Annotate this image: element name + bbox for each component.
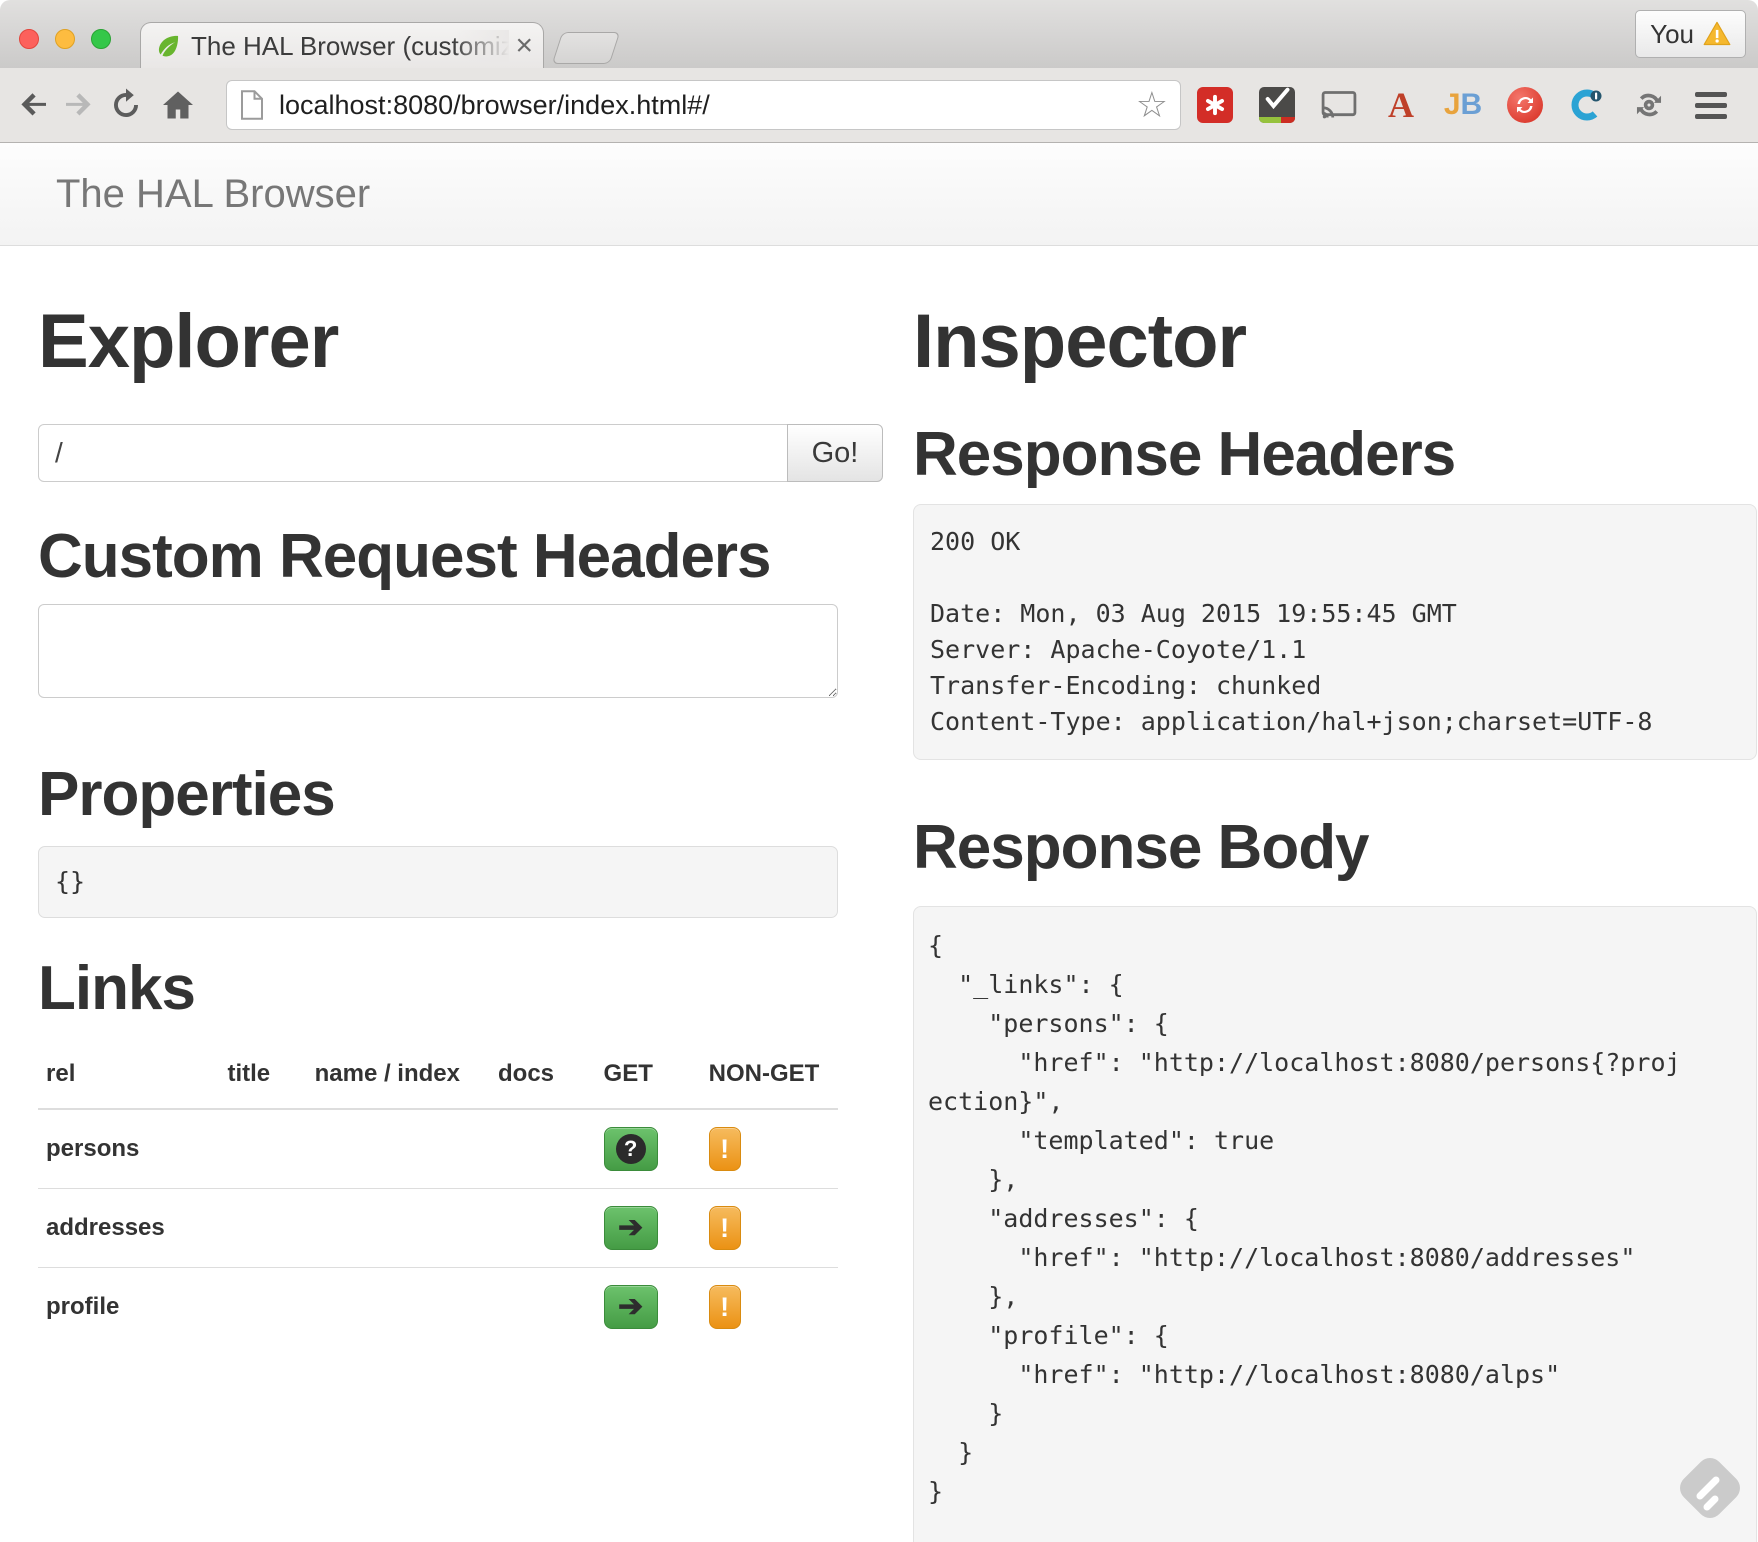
docs-cell [490, 1109, 596, 1189]
address-bar[interactable]: ☆ [226, 80, 1181, 130]
app-brand: The HAL Browser [56, 172, 370, 217]
links-table-header: rel title name / index docs GET NON-GET [38, 1040, 838, 1109]
docs-cell [490, 1268, 596, 1347]
table-row-profile: profile ➔ ! [38, 1268, 838, 1347]
menu-icon[interactable] [1693, 87, 1729, 123]
explorer-panel: Explorer Go! Custom Request Headers Prop… [38, 246, 884, 1542]
name-index-cell [307, 1109, 490, 1189]
inspector-panel: Inspector Response Headers 200 OK Date: … [913, 246, 1757, 1542]
response-body-title: Response Body [913, 815, 1757, 881]
browser-toolbar: ☆ A JB [0, 68, 1758, 143]
exclamation-icon: ! [720, 1134, 729, 1165]
table-row-addresses: addresses ➔ ! [38, 1189, 838, 1268]
close-tab-icon[interactable]: × [515, 31, 533, 61]
response-headers-title: Response Headers [913, 422, 1757, 488]
profile-button[interactable]: You [1635, 10, 1746, 58]
rel-cell: addresses [38, 1189, 219, 1268]
properties-value: {} [38, 846, 838, 918]
checkmark-extension-strip [1259, 117, 1295, 123]
response-body-block: { "_links": { "persons": { "href": "http… [913, 906, 1757, 1542]
reload-button[interactable] [104, 83, 148, 127]
properties-title: Properties [38, 762, 884, 828]
col-non-get: NON-GET [701, 1040, 838, 1109]
arrow-right-icon: ➔ [618, 1292, 643, 1322]
col-docs: docs [490, 1040, 596, 1109]
lastpass-extension-icon[interactable] [1197, 87, 1233, 123]
custom-request-headers-title: Custom Request Headers [38, 524, 884, 590]
docs-cell [490, 1189, 596, 1268]
explorer-path-input[interactable] [38, 424, 788, 482]
profile-name: You [1650, 19, 1694, 50]
name-index-cell [307, 1189, 490, 1268]
zoom-window-button[interactable] [91, 29, 111, 49]
minimize-window-button[interactable] [55, 29, 75, 49]
url-input[interactable] [277, 89, 1180, 122]
arrow-right-icon: ➔ [618, 1213, 643, 1243]
back-button[interactable] [12, 83, 56, 127]
rel-cell: profile [38, 1268, 219, 1347]
tab-title: The HAL Browser (customiz [191, 30, 509, 62]
blue-ring-extension-icon[interactable] [1569, 87, 1605, 123]
new-tab-button[interactable] [552, 32, 620, 64]
col-title: title [219, 1040, 306, 1109]
non-get-button[interactable]: ! [709, 1127, 741, 1171]
warning-icon [1703, 20, 1731, 48]
non-get-button[interactable]: ! [709, 1285, 741, 1329]
tab-strip: The HAL Browser (customiz × You [0, 0, 1758, 68]
title-cell [219, 1268, 306, 1347]
links-title: Links [38, 956, 884, 1022]
a-extension-icon[interactable]: A [1383, 87, 1419, 123]
rel-cell: persons [38, 1109, 219, 1189]
close-window-button[interactable] [19, 29, 39, 49]
explorer-title: Explorer [38, 302, 884, 382]
sync-red-extension-icon[interactable] [1507, 87, 1543, 123]
inspector-title: Inspector [913, 302, 1757, 382]
go-button[interactable]: Go! [787, 424, 883, 482]
title-cell [219, 1109, 306, 1189]
checkmark-extension-icon[interactable] [1259, 87, 1295, 123]
page-icon [239, 90, 265, 120]
get-follow-button[interactable]: ➔ [604, 1285, 658, 1329]
bookmark-star-icon[interactable]: ☆ [1136, 87, 1168, 123]
title-cell [219, 1189, 306, 1268]
chromecast-extension-icon[interactable] [1321, 87, 1357, 123]
col-name-index: name / index [307, 1040, 490, 1109]
exclamation-icon: ! [720, 1292, 729, 1323]
col-rel: rel [38, 1040, 219, 1109]
question-icon: ? [616, 1134, 646, 1164]
home-button[interactable] [156, 83, 200, 127]
get-follow-button[interactable]: ➔ [604, 1206, 658, 1250]
name-index-cell [307, 1268, 490, 1347]
forward-button[interactable] [56, 83, 100, 127]
col-get: GET [596, 1040, 701, 1109]
get-templated-button[interactable]: ? [604, 1127, 658, 1171]
non-get-button[interactable]: ! [709, 1206, 741, 1250]
table-row-persons: persons ? ! [38, 1109, 838, 1189]
sync-history-extension-icon[interactable] [1631, 87, 1667, 123]
links-table: rel title name / index docs GET NON-GET … [38, 1040, 838, 1346]
extension-icons: A JB [1197, 87, 1729, 123]
exclamation-icon: ! [720, 1213, 729, 1244]
spring-leaf-favicon [155, 32, 182, 59]
browser-tab[interactable]: The HAL Browser (customiz × [140, 22, 544, 68]
browser-window: The HAL Browser (customiz × You [0, 0, 1758, 1542]
explorer-address-row: Go! [38, 424, 884, 482]
jb-extension-icon[interactable]: JB [1445, 87, 1481, 123]
response-headers-block: 200 OK Date: Mon, 03 Aug 2015 19:55:45 G… [913, 504, 1757, 760]
window-controls [19, 29, 111, 49]
feedly-mini-button[interactable] [1672, 1450, 1748, 1526]
custom-request-headers-input[interactable] [38, 604, 838, 698]
app-navbar: The HAL Browser [0, 143, 1758, 246]
page-content: Explorer Go! Custom Request Headers Prop… [0, 246, 1758, 1542]
